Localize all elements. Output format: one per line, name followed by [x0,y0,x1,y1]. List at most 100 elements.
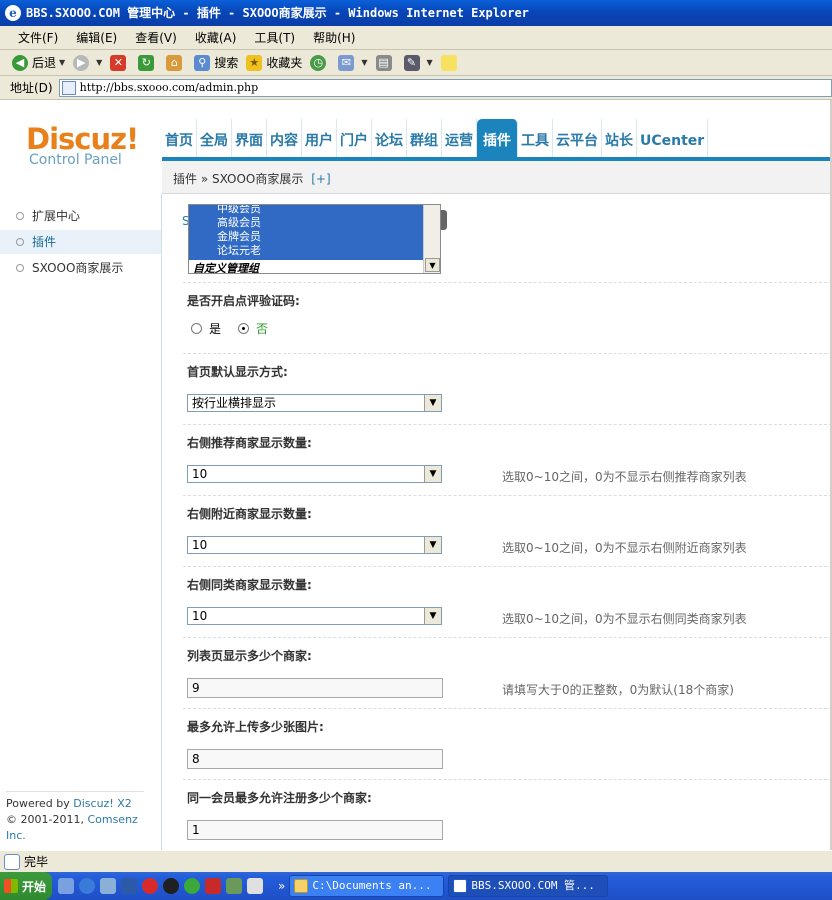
player-icon[interactable] [184,878,200,894]
nav-webmaster[interactable]: 站长 [602,119,637,157]
right-recommend-value: 10 [192,467,208,481]
search-button[interactable]: ⚲ 搜索 [194,54,238,71]
back-button[interactable]: ◀ 后退 ▼ [12,54,65,71]
breadcrumb-text: 插件 » SXOOO商家展示 [173,172,304,186]
right-similar-label: 右侧同类商家显示数量: [187,578,312,592]
address-input[interactable]: http://bbs.sxooo.com/admin.php [58,78,832,97]
chevron-down-icon[interactable]: ▼ [424,395,441,411]
nav-cloud[interactable]: 云平台 [553,119,602,157]
option-senior-member[interactable]: 高级会员 [189,216,423,230]
ie-quicklaunch-icon[interactable] [79,878,95,894]
start-button[interactable]: 开始 [0,872,52,900]
nav-tools[interactable]: 工具 [518,119,553,157]
address-url: http://bbs.sxooo.com/admin.php [79,81,259,94]
menu-view[interactable]: 查看(V) [135,29,177,46]
nav-interface[interactable]: 界面 [232,119,267,157]
scroll-down-arrow-icon[interactable]: ▼ [425,258,440,272]
nav-portal[interactable]: 门户 [337,119,372,157]
favorites-button-label: 收藏夹 [266,56,303,70]
stop-icon: ✕ [110,54,127,71]
menu-help[interactable]: 帮助(H) [313,29,355,46]
divider [183,779,832,780]
home-display-select[interactable]: 按行业横排显示 ▼ [187,394,442,412]
history-button[interactable]: ◷ [310,54,330,71]
menu-file[interactable]: 文件(F) [18,29,58,46]
chevron-down-icon[interactable]: ▼ [424,608,441,624]
sidebar-item-extensions[interactable]: 扩展中心 [0,204,161,228]
menu-bar: 文件(F) 编辑(E) 查看(V) 收藏(A) 工具(T) 帮助(H) [0,26,832,50]
max-register-input[interactable]: 1 [187,820,443,840]
edit-button[interactable]: ✎ ▼ [403,54,433,71]
refresh-button[interactable]: ↻ [138,54,158,71]
explorer-icon[interactable] [100,878,116,894]
stop-button[interactable]: ✕ [110,54,130,71]
radio-checked-icon [238,323,249,334]
chevron-down-icon[interactable]: ▼ [424,466,441,482]
radio-icon [191,323,202,334]
captcha-yes-radio[interactable]: 是 [191,320,221,337]
printer-icon: ▤ [375,54,392,71]
dropdown-arrow-icon[interactable]: ▼ [361,58,367,67]
option-intermediate-member[interactable]: 中级会员 [189,205,423,216]
dropdown-arrow-icon[interactable]: ▼ [59,58,65,67]
home-icon: ⌂ [166,54,183,71]
discuz-logo[interactable]: Discuz! Control Panel [26,122,139,168]
option-gold-member[interactable]: 金牌会员 [189,230,423,244]
max-register-label: 同一会员最多允许注册多少个商家: [187,791,372,805]
film-icon[interactable] [247,878,263,894]
logo-title: Discuz! [26,122,139,156]
option-forum-veteran[interactable]: 论坛元老 [189,244,423,258]
task-explorer-window[interactable]: C:\Documents an... [289,875,445,897]
tool-icon[interactable] [226,878,242,894]
breadcrumb-add-button[interactable]: [+] [311,172,330,186]
print-button[interactable]: ▤ [375,54,396,71]
browser-viewport: Discuz! Control Panel 首页 全局 界面 内容 用户 门户 … [0,100,832,850]
right-nearby-select[interactable]: 10 ▼ [187,536,442,554]
search-button-label: 搜索 [214,56,239,70]
flash-icon[interactable] [205,878,221,894]
menu-tools[interactable]: 工具(T) [254,29,295,46]
sidebar-item-sxooo-shops[interactable]: SXOOO商家展示 [0,256,161,280]
qq-icon[interactable] [163,878,179,894]
usergroup-multiselect[interactable]: 中级会员 高级会员 金牌会员 论坛元老 自定义管理组 ▼ [188,204,441,274]
nav-users[interactable]: 用户 [302,119,337,157]
divider [183,637,832,638]
show-desktop-icon[interactable] [58,878,74,894]
window-title: BBS.SXOOO.COM 管理中心 - 插件 - SXOOO商家展示 - Wi… [26,6,529,20]
address-bar: 地址(D) http://bbs.sxooo.com/admin.php [0,76,832,100]
dropdown-arrow-icon[interactable]: ▼ [96,58,102,67]
quicklaunch-more-icon[interactable]: » [278,879,285,893]
nav-global[interactable]: 全局 [197,119,232,157]
nav-groups[interactable]: 群组 [407,119,442,157]
nav-content[interactable]: 内容 [267,119,302,157]
captcha-no-label: 否 [256,322,269,336]
dropdown-arrow-icon[interactable]: ▼ [427,58,433,67]
menu-edit[interactable]: 编辑(E) [76,29,117,46]
chevron-down-icon[interactable]: ▼ [424,537,441,553]
captcha-no-radio[interactable]: 否 [238,320,268,337]
home-button[interactable]: ⌂ [166,54,186,71]
task-ie-window[interactable]: BBS.SXOOO.COM 管... [448,875,609,897]
sidebar-item-plugins[interactable]: 插件 [0,230,161,254]
tooltip-fragment [441,210,447,230]
nav-ucenter[interactable]: UCenter [637,119,709,157]
favorites-button[interactable]: ★ 收藏夹 [246,54,302,71]
nav-forum[interactable]: 论坛 [372,119,407,157]
nav-plugins[interactable]: 插件 [477,119,518,157]
discuz-link[interactable]: Discuz! X2 [73,797,132,810]
mail-button[interactable]: ✉ ▼ [338,54,368,71]
right-similar-select[interactable]: 10 ▼ [187,607,442,625]
nav-operations[interactable]: 运营 [442,119,477,157]
list-count-input[interactable]: 9 [187,678,443,698]
nav-home[interactable]: 首页 [162,119,197,157]
app-icon[interactable] [121,878,137,894]
max-images-input[interactable]: 8 [187,749,443,769]
mail-icon: ✉ [338,54,355,71]
forward-button[interactable]: ▶ ▼ [73,54,102,71]
menu-favorites[interactable]: 收藏(A) [195,29,237,46]
star-icon: ★ [246,54,263,71]
listbox-scrollbar[interactable]: ▼ [423,205,440,273]
opera-icon[interactable] [142,878,158,894]
note-button[interactable] [440,54,461,71]
right-recommend-select[interactable]: 10 ▼ [187,465,442,483]
